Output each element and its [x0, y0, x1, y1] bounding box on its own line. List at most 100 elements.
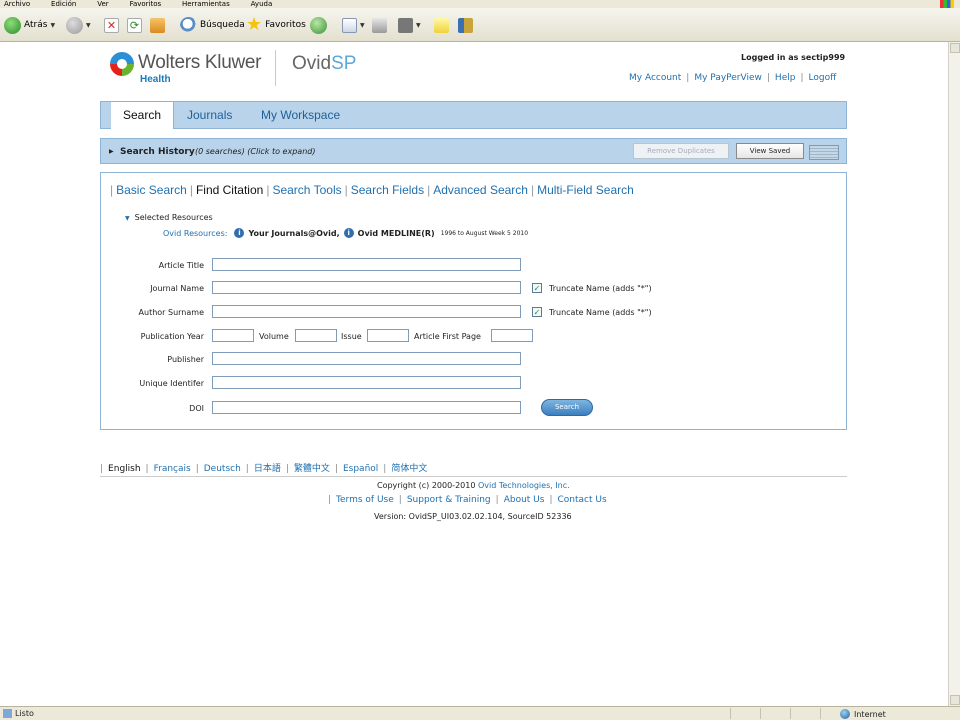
- view-saved-button[interactable]: View Saved: [736, 143, 804, 159]
- forward-button[interactable]: ▼: [66, 16, 91, 34]
- author-truncate-checkbox[interactable]: ✓: [532, 307, 542, 317]
- copyright: Copyright (c) 2000-2010 Ovid Technologie…: [377, 481, 570, 490]
- home-button[interactable]: [150, 16, 165, 34]
- logo-divider: [275, 50, 276, 86]
- menu-ayuda[interactable]: Ayuda: [251, 1, 273, 8]
- tab-search-fields[interactable]: Search Fields: [351, 183, 424, 197]
- my-account-link[interactable]: My Account: [629, 73, 681, 83]
- find-citation-panel: | Basic Search | Find Citation | Search Tools…: [100, 172, 847, 430]
- menu-herramientas[interactable]: Herramientas: [182, 1, 230, 8]
- windows-logo-icon: [940, 0, 954, 8]
- search-toolbar-button[interactable]: Búsqueda: [180, 16, 245, 34]
- tab-find-citation[interactable]: Find Citation: [196, 183, 263, 197]
- author-surname-input[interactable]: [212, 305, 521, 318]
- article-title-input[interactable]: [212, 258, 521, 271]
- article-first-page-input[interactable]: [491, 329, 533, 342]
- lang-francais[interactable]: Français: [154, 464, 191, 474]
- my-payperview-link[interactable]: My PayPerView: [694, 73, 762, 83]
- ovid-resources-row: Ovid Resources: i Your Journals@Ovid, i …: [163, 228, 528, 238]
- forward-arrow-icon: [66, 16, 83, 34]
- browser-statusbar: Listo Internet: [0, 706, 960, 720]
- favorites-toolbar-label: Favoritos: [265, 20, 306, 30]
- lang-japanese[interactable]: 日本語: [254, 464, 281, 474]
- volume-input[interactable]: [295, 329, 337, 342]
- journal-truncate-checkbox[interactable]: ✓: [532, 283, 542, 293]
- journal-name-input[interactable]: [212, 281, 521, 294]
- journal-name-label: Journal Name: [150, 284, 204, 293]
- stop-button[interactable]: ✕: [104, 16, 119, 34]
- article-first-page-label: Article First Page: [414, 332, 481, 341]
- lang-deutsch[interactable]: Deutsch: [204, 464, 241, 474]
- ovid-technologies-link[interactable]: Ovid Technologies, Inc.: [478, 481, 570, 490]
- status-text: Listo: [15, 709, 34, 718]
- notes-toolbar-button[interactable]: [434, 16, 449, 34]
- favorites-toolbar-button[interactable]: ★ Favoritos: [246, 16, 306, 34]
- browser-menubar: Archivo Edición Ver Favoritos Herramient…: [0, 0, 960, 8]
- home-icon: [150, 17, 165, 33]
- publisher-input[interactable]: [212, 352, 521, 365]
- scroll-up-arrow[interactable]: [950, 43, 960, 53]
- expand-arrow-icon[interactable]: ▶: [109, 148, 114, 155]
- tab-search[interactable]: Search: [111, 102, 175, 129]
- tab-journals[interactable]: Journals: [187, 102, 232, 129]
- books-icon: [458, 17, 473, 33]
- menu-edicion[interactable]: Edición: [51, 1, 76, 8]
- tab-my-workspace[interactable]: My Workspace: [261, 102, 340, 129]
- chevron-down-icon: ▼: [86, 21, 91, 29]
- issue-input[interactable]: [367, 329, 409, 342]
- chevron-down-icon: ▼: [416, 21, 421, 29]
- publisher-label: Publisher: [167, 355, 204, 364]
- tab-search-tools[interactable]: Search Tools: [272, 183, 341, 197]
- refresh-button[interactable]: ⟳: [127, 16, 142, 34]
- copyright-text: Copyright (c) 2000-2010: [377, 481, 476, 490]
- search-history-subtitle: (0 searches) (Click to expand): [195, 147, 316, 156]
- help-link[interactable]: Help: [775, 73, 796, 83]
- terms-of-use-link[interactable]: Terms of Use: [336, 495, 394, 505]
- unique-identifier-input[interactable]: [212, 376, 521, 389]
- stop-icon: ✕: [104, 17, 119, 33]
- doi-input[interactable]: [212, 401, 521, 414]
- lang-simplified-chinese[interactable]: 简体中文: [391, 464, 427, 474]
- support-training-link[interactable]: Support & Training: [407, 495, 491, 505]
- search-history-title[interactable]: Search History: [120, 147, 195, 157]
- author-truncate-label: Truncate Name (adds "*"): [549, 308, 652, 317]
- account-links: My Account | My PayPerView | Help | Logoff: [629, 73, 837, 83]
- resource-your-journals: Your Journals@Ovid,: [248, 228, 340, 238]
- main-tabs: Search Journals My Workspace: [100, 101, 847, 129]
- menu-favoritos[interactable]: Favoritos: [130, 1, 162, 8]
- about-us-link[interactable]: About Us: [504, 495, 545, 505]
- search-history-bar[interactable]: ▶ Search History (0 searches) (Click to …: [100, 138, 847, 164]
- menu-ver[interactable]: Ver: [97, 1, 108, 8]
- contact-us-link[interactable]: Contact Us: [558, 495, 607, 505]
- lang-espanol[interactable]: Español: [343, 464, 378, 474]
- author-surname-label: Author Surname: [138, 308, 204, 317]
- info-icon[interactable]: i: [234, 228, 245, 238]
- tab-basic-search[interactable]: Basic Search: [116, 183, 187, 197]
- history-toolbar-button[interactable]: [310, 16, 327, 34]
- tab-multi-field-search[interactable]: Multi-Field Search: [537, 183, 634, 197]
- mail-toolbar-button[interactable]: ▼: [342, 16, 365, 34]
- info-icon[interactable]: i: [343, 228, 354, 238]
- vertical-scrollbar[interactable]: [948, 42, 960, 706]
- search-button[interactable]: Search: [541, 399, 593, 416]
- menu-archivo[interactable]: Archivo: [4, 1, 30, 8]
- wolters-kluwer-logo[interactable]: Wolters Kluwer Health: [110, 52, 262, 85]
- print-toolbar-button[interactable]: [372, 16, 387, 34]
- back-button[interactable]: Atrás ▼: [4, 16, 55, 34]
- brand-name: Wolters Kluwer: [138, 52, 262, 73]
- search-mode-tabs: | Basic Search | Find Citation | Search Tools…: [110, 183, 634, 197]
- publication-year-input[interactable]: [212, 329, 254, 342]
- selected-resources-toggle[interactable]: ▼ Selected Resources: [125, 213, 213, 222]
- lang-traditional-chinese[interactable]: 繁體中文: [294, 464, 330, 474]
- expand-handle-icon[interactable]: [809, 145, 839, 160]
- language-links: | English | Français | Deutsch | 日本語 | 繁體中文 | Españ…: [100, 464, 428, 474]
- edit-toolbar-button[interactable]: ▼: [398, 16, 421, 34]
- tab-advanced-search[interactable]: Advanced Search: [433, 183, 528, 197]
- lang-english[interactable]: English: [108, 464, 141, 474]
- magnifier-icon: [180, 16, 197, 34]
- brand-sub: Health: [140, 74, 171, 85]
- research-toolbar-button[interactable]: [458, 16, 473, 34]
- scroll-down-arrow[interactable]: [950, 695, 960, 705]
- back-arrow-icon: [4, 16, 21, 34]
- logoff-link[interactable]: Logoff: [809, 73, 837, 83]
